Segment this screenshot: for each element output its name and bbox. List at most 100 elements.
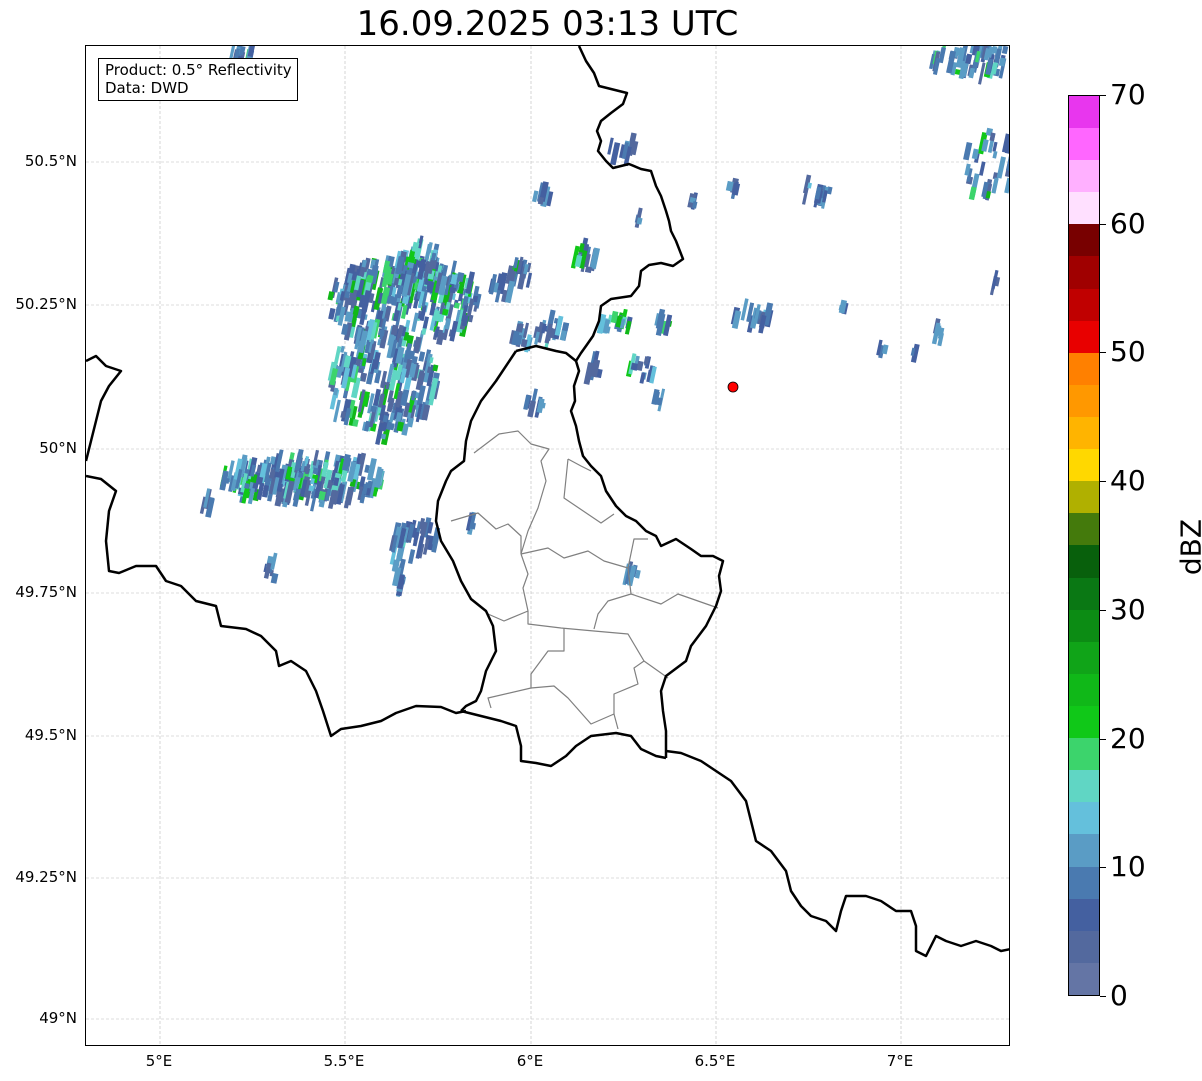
colorbar-segment <box>1069 673 1099 707</box>
canton-border <box>450 512 522 554</box>
y-tick-label: 50°N <box>39 439 77 457</box>
border-germany-france <box>665 749 1009 958</box>
x-tick-label: 6°E <box>516 1052 544 1070</box>
radar-echo-cell <box>1001 46 1009 55</box>
colorbar-segment <box>1069 95 1099 129</box>
colorbar-segment <box>1069 288 1099 321</box>
radar-echo-cell <box>561 322 570 332</box>
radar-echo-cell <box>359 372 368 383</box>
border-belgium-germany <box>515 344 577 362</box>
radar-echo-cell <box>992 150 998 159</box>
colorbar-tick-label: 0 <box>1110 979 1128 1012</box>
colorbar-segment <box>1069 128 1099 161</box>
colorbar-segment <box>1069 352 1099 385</box>
colorbar-tick <box>1100 867 1106 869</box>
colorbar-tick <box>1100 95 1106 96</box>
x-tick-label: 6.5°E <box>694 1052 736 1070</box>
colorbar-segment <box>1069 449 1099 482</box>
colorbar-segment <box>1069 770 1099 803</box>
radar-echo-cell <box>329 394 337 410</box>
canton-border <box>473 430 550 555</box>
x-tick-label: 5°E <box>145 1052 173 1070</box>
radar-echo-cell <box>979 161 986 176</box>
radar-echo-cell <box>275 491 283 499</box>
product-label: Product: 0.5° Reflectivity <box>105 61 292 79</box>
radar-echo-cell <box>996 156 1006 179</box>
canton-borders <box>450 430 719 730</box>
colorbar-tick <box>1100 609 1106 611</box>
radar-site-marker[interactable] <box>727 381 739 393</box>
colorbar-segment <box>1069 802 1099 835</box>
radar-echo-cell <box>444 318 452 330</box>
colorbar-tick <box>1100 481 1106 483</box>
colorbar-segment <box>1069 545 1099 578</box>
colorbar-tick-label: 20 <box>1110 721 1146 755</box>
border-germany-west <box>569 46 725 758</box>
y-tick-label: 49°N <box>39 1009 77 1027</box>
colorbar-tick <box>1100 223 1106 225</box>
border-luxembourg-france <box>460 709 667 768</box>
colorbar-segment <box>1069 866 1099 899</box>
colorbar-segment <box>1069 898 1099 931</box>
colorbar-segment <box>1069 481 1099 514</box>
colorbar-tick <box>1100 352 1106 354</box>
colorbar-segment <box>1069 384 1099 418</box>
canton-border <box>487 628 565 709</box>
radar-echo-cell <box>327 291 335 301</box>
y-tick-label: 49.5°N <box>24 726 77 744</box>
radar-echo-cell <box>411 312 419 332</box>
y-tick-label: 50.5°N <box>24 152 77 170</box>
canton-border <box>487 610 529 622</box>
colorbar-tick-label: 10 <box>1110 850 1146 884</box>
colorbar-tick-label: 50 <box>1110 335 1146 369</box>
radar-map[interactable]: Product: 0.5° Reflectivity Data: DWD <box>85 45 1010 1046</box>
colorbar-segment <box>1069 577 1099 610</box>
radar-echo-cell <box>584 266 592 274</box>
border-belgium-luxembourg <box>434 350 518 712</box>
y-tick-label: 49.25°N <box>15 868 77 886</box>
border-belgium-france-north <box>86 354 123 462</box>
map-canvas <box>86 46 1009 1045</box>
x-tick-label: 5.5°E <box>323 1052 365 1070</box>
radar-echo-cell <box>963 141 973 161</box>
radar-echo-cell <box>407 549 416 565</box>
colorbar-segment <box>1069 930 1099 963</box>
colorbar-label: dBZ <box>1174 518 1202 576</box>
colorbar <box>1068 95 1100 996</box>
colorbar-segment <box>1069 609 1099 642</box>
colorbar-segment <box>1069 962 1099 995</box>
colorbar-tick-label: 60 <box>1110 206 1146 240</box>
border-belgium-france <box>86 474 467 738</box>
canton-border <box>520 553 669 679</box>
radar-echo-cell <box>418 351 426 362</box>
colorbar-segment <box>1069 192 1099 225</box>
colorbar-segment <box>1069 738 1099 771</box>
canton-border <box>530 685 619 730</box>
colorbar-segment <box>1069 256 1099 289</box>
colorbar-tick-label: 40 <box>1110 464 1146 498</box>
colorbar-segment <box>1069 417 1099 450</box>
x-tick-label: 7°E <box>886 1052 914 1070</box>
colorbar-segment <box>1069 224 1099 257</box>
colorbar-segment <box>1069 641 1099 674</box>
colorbar-tick <box>1100 996 1106 997</box>
radar-echo-cell <box>1004 177 1009 194</box>
radar-echo-cell <box>991 177 999 194</box>
y-tick-label: 49.75°N <box>15 583 77 601</box>
map-title: 16.09.2025 03:13 UTC <box>356 4 739 44</box>
colorbar-segment <box>1069 160 1099 193</box>
radar-echo-cell <box>473 305 478 312</box>
data-source-label: Data: DWD <box>105 79 189 97</box>
canton-border <box>520 538 648 569</box>
radar-echo-cell <box>525 272 533 288</box>
colorbar-tick <box>1100 738 1106 740</box>
radar-echo-cell <box>343 390 348 398</box>
colorbar-segment <box>1069 834 1099 867</box>
colorbar-tick-label: 30 <box>1110 592 1146 626</box>
colorbar-segment <box>1069 706 1099 739</box>
canton-border <box>630 593 719 609</box>
radar-echo-cell <box>1005 154 1009 172</box>
colorbar-segment <box>1069 320 1099 353</box>
colorbar-tick-label: 70 <box>1110 78 1146 111</box>
product-annotation: Product: 0.5° Reflectivity Data: DWD <box>98 58 298 101</box>
